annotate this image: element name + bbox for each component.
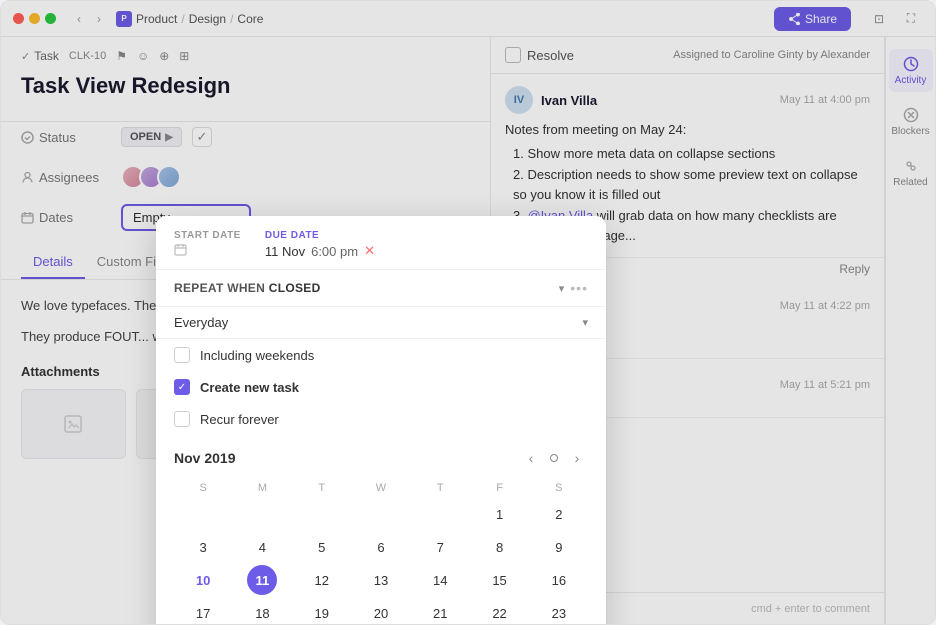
start-date-calendar-icon (174, 243, 187, 259)
calendar-next-button[interactable]: › (566, 447, 588, 469)
start-date-section: START DATE (174, 230, 241, 259)
cal-dow-s2: S (530, 479, 588, 497)
due-date-label: DUE DATE (265, 230, 375, 241)
calendar-prev-button[interactable]: ‹ (520, 447, 542, 469)
calendar-header: Nov 2019 ‹ › (174, 447, 588, 469)
cal-day-13[interactable]: 13 (366, 565, 396, 595)
checkbox-weekends[interactable] (174, 347, 190, 363)
checkbox-new-task[interactable]: ✓ (174, 379, 190, 395)
due-date-section: DUE DATE 11 Nov 6:00 pm ✕ (265, 230, 375, 259)
cal-day-15[interactable]: 15 (485, 565, 515, 595)
cal-day-empty-2 (247, 499, 277, 529)
cal-day-20[interactable]: 20 (366, 598, 396, 625)
checkbox-recur-forever-label: Recur forever (200, 412, 279, 427)
cal-day-12[interactable]: 12 (307, 565, 337, 595)
calendar-month-title: Nov 2019 (174, 450, 235, 466)
checkbox-weekends-label: Including weekends (200, 348, 314, 363)
cal-dow-m: M (233, 479, 291, 497)
calendar-grid: S M T W T F S 1 2 3 4 5 6 7 (174, 479, 588, 625)
cal-dow-t2: T (411, 479, 469, 497)
cal-day-1[interactable]: 1 (485, 499, 515, 529)
cal-day-16[interactable]: 16 (544, 565, 574, 595)
checkbox-new-task-item[interactable]: ✓ Create new task (156, 371, 606, 403)
cal-day-18[interactable]: 18 (247, 598, 277, 625)
cal-day-7[interactable]: 7 (425, 532, 455, 562)
cal-day-empty-1 (188, 499, 218, 529)
cal-dow-s1: S (174, 479, 232, 497)
due-date-value: 11 Nov 6:00 pm ✕ (265, 243, 375, 259)
checkbox-new-task-label: Create new task (200, 380, 299, 395)
cal-dow-f: F (470, 479, 528, 497)
cal-day-19[interactable]: 19 (307, 598, 337, 625)
cal-day-empty-5 (425, 499, 455, 529)
repeat-label: REPEAT WHEN CLOSED (174, 281, 321, 295)
start-date-label: START DATE (174, 230, 241, 241)
cal-day-11[interactable]: 11 (247, 565, 277, 595)
cal-day-21[interactable]: 21 (425, 598, 455, 625)
checkbox-recur-forever-item[interactable]: Recur forever (156, 403, 606, 435)
cal-day-17[interactable]: 17 (188, 598, 218, 625)
checkbox-weekends-item[interactable]: Including weekends (156, 339, 606, 371)
cal-day-3[interactable]: 3 (188, 532, 218, 562)
cal-day-2[interactable]: 2 (544, 499, 574, 529)
frequency-label: Everyday (174, 315, 228, 330)
date-header: START DATE DUE DATE 11 Nov 6:00 pm ✕ (156, 216, 606, 270)
repeat-actions: ▾ ••• (559, 280, 588, 296)
frequency-chevron-icon[interactable]: ▾ (582, 316, 588, 329)
cal-day-4[interactable]: 4 (247, 532, 277, 562)
date-picker-modal: START DATE DUE DATE 11 Nov 6:00 pm ✕ RE (156, 216, 606, 625)
cal-day-9[interactable]: 9 (544, 532, 574, 562)
checkbox-recur-forever[interactable] (174, 411, 190, 427)
cal-day-8[interactable]: 8 (485, 532, 515, 562)
cal-day-22[interactable]: 22 (485, 598, 515, 625)
due-date-clear-button[interactable]: ✕ (364, 243, 375, 259)
cal-day-empty-3 (307, 499, 337, 529)
calendar-section: Nov 2019 ‹ › S M T W T F S (156, 435, 606, 625)
cal-day-14[interactable]: 14 (425, 565, 455, 595)
cal-day-6[interactable]: 6 (366, 532, 396, 562)
cal-day-10[interactable]: 10 (188, 565, 218, 595)
calendar-today-dot[interactable] (550, 454, 558, 462)
start-date-value (174, 243, 241, 259)
calendar-nav: ‹ › (520, 447, 588, 469)
cal-dow-w: W (352, 479, 410, 497)
cal-dow-t1: T (293, 479, 351, 497)
repeat-more-button[interactable]: ••• (570, 280, 588, 296)
cal-day-5[interactable]: 5 (307, 532, 337, 562)
repeat-section: REPEAT WHEN CLOSED ▾ ••• (156, 270, 606, 307)
repeat-chevron-icon[interactable]: ▾ (559, 282, 565, 295)
cal-day-empty-4 (366, 499, 396, 529)
frequency-select[interactable]: Everyday ▾ (156, 307, 606, 339)
cal-day-23[interactable]: 23 (544, 598, 574, 625)
